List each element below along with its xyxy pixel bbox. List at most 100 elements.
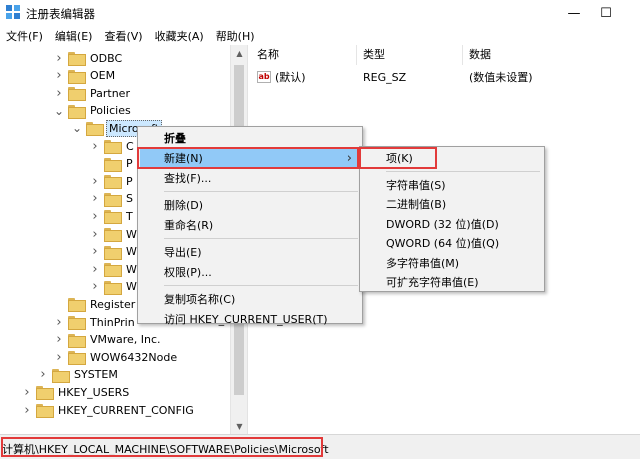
menu-bar: 文件(F) 编辑(E) 查看(V) 收藏夹(A) 帮助(H)	[0, 26, 640, 45]
folder-icon	[104, 140, 122, 154]
regedit-app-icon	[6, 5, 20, 19]
tree-item[interactable]: › W	[90, 260, 139, 278]
expand-chevron-icon[interactable]: ›	[54, 84, 64, 102]
menu-item-1[interactable]: 编辑(E)	[49, 26, 99, 45]
sub-item[interactable]: 多字符串值(M)	[362, 253, 542, 274]
tree-item-label: P	[126, 174, 133, 188]
expand-chevron-icon[interactable]: ›	[38, 366, 48, 384]
tree-item[interactable]: › S	[90, 190, 135, 208]
status-path-highlight	[1, 437, 323, 457]
tree-item[interactable]: › OEM	[54, 67, 117, 85]
tree-item[interactable]: P	[90, 155, 135, 173]
expand-chevron-icon[interactable]: ›	[54, 313, 64, 331]
ctx-item[interactable]: 删除(D)	[140, 195, 360, 216]
column-header-type[interactable]: 类型	[357, 45, 463, 65]
tree-item-label: P	[126, 157, 133, 171]
expand-chevron-icon[interactable]: ›	[54, 49, 64, 67]
expand-chevron-icon[interactable]: ›	[90, 190, 100, 208]
tree-item[interactable]: › ThinPrin	[54, 313, 137, 331]
expand-chevron-icon[interactable]: ›	[54, 331, 64, 349]
tree-item[interactable]: › SYSTEM	[38, 366, 120, 384]
string-value-icon: ab	[257, 71, 271, 83]
tree-item[interactable]: › W	[90, 278, 139, 296]
folder-icon	[104, 192, 122, 207]
ctx-item[interactable]: 复制项名称(C)	[140, 289, 360, 310]
tree-item[interactable]: › VMware, Inc.	[54, 331, 163, 349]
tree-item[interactable]: › W	[90, 225, 139, 243]
expand-chevron-icon[interactable]: ›	[90, 225, 100, 243]
tree-item-label: OEM	[90, 69, 116, 83]
ctx-item-label: 权限(P)...	[164, 266, 212, 279]
expand-chevron-icon[interactable]: ›	[90, 243, 100, 261]
menu-item-2[interactable]: 查看(V)	[98, 26, 148, 45]
ctx-item-label: 删除(D)	[164, 199, 204, 212]
folder-icon	[68, 69, 86, 84]
scroll-down-arrow-icon[interactable]: ▼	[231, 418, 248, 434]
sub-item[interactable]: 可扩充字符串值(E)	[362, 272, 542, 293]
folder-icon	[68, 104, 86, 119]
ctx-item[interactable]: 折叠	[140, 128, 360, 149]
expand-chevron-icon[interactable]: ›	[54, 67, 64, 85]
column-header-name[interactable]: 名称	[251, 45, 357, 65]
tree-item-label: HKEY_USERS	[58, 385, 130, 399]
tree-item[interactable]: › HKEY_USERS	[22, 383, 131, 401]
expand-chevron-icon[interactable]: ›	[54, 348, 64, 366]
expand-chevron-icon[interactable]: ›	[90, 278, 100, 296]
expand-chevron-icon[interactable]: ›	[22, 383, 32, 401]
sub-item[interactable]: 字符串值(S)	[362, 175, 542, 196]
tree-item[interactable]: Register	[54, 295, 137, 313]
no-expander	[54, 295, 64, 313]
ctx-item-label: 折叠	[164, 132, 186, 145]
ctx-item-label: 访问 HKEY_CURRENT_USER(T)	[164, 313, 328, 326]
menu-item-3[interactable]: 收藏夹(A)	[149, 26, 210, 45]
ctx-item[interactable]: 重命名(R)	[140, 215, 360, 236]
sub-item-label: 可扩充字符串值(E)	[386, 276, 479, 289]
tree-item[interactable]: › Partner	[54, 84, 132, 102]
expand-chevron-icon[interactable]: ›	[90, 137, 100, 155]
menu-item-4[interactable]: 帮助(H)	[210, 26, 261, 45]
folder-icon	[104, 157, 122, 172]
folder-icon	[68, 351, 86, 366]
expand-chevron-icon[interactable]: ›	[90, 260, 100, 278]
minimize-icon: —	[567, 5, 581, 21]
sub-item[interactable]: 二进制值(B)	[362, 194, 542, 215]
value-name[interactable]: (默认)	[275, 69, 306, 87]
tree-item-label: ODBC	[90, 51, 123, 65]
tree-item[interactable]: › T	[90, 207, 135, 225]
expand-chevron-icon[interactable]: ›	[90, 172, 100, 190]
sub-item-label: QWORD (64 位)值(Q)	[386, 237, 500, 250]
collapse-chevron-icon[interactable]: ⌄	[72, 119, 82, 137]
expand-chevron-icon[interactable]: ›	[90, 207, 100, 225]
sub-item-label: 多字符串值(M)	[386, 256, 460, 270]
ctx-item[interactable]: 导出(E)	[140, 242, 360, 263]
tree-item[interactable]: › ODBC	[54, 49, 124, 67]
ctx-item[interactable]: 查找(F)...	[140, 168, 360, 189]
scroll-up-arrow-icon[interactable]: ▲	[231, 45, 248, 61]
folder-icon	[68, 87, 86, 102]
tree-item[interactable]: › HKEY_CURRENT_CONFIG	[22, 401, 196, 419]
sub-item-label: 二进制值(B)	[386, 198, 447, 211]
column-header-data[interactable]: 数据	[463, 45, 640, 65]
collapse-chevron-icon[interactable]: ⌄	[54, 102, 64, 120]
tree-item[interactable]: ⌄ Policies	[54, 102, 133, 120]
tree-item[interactable]: › C	[90, 137, 136, 155]
tree-item[interactable]: › WOW6432Node	[54, 348, 179, 366]
tree-item[interactable]: › P	[90, 172, 135, 190]
menu-item-0[interactable]: 文件(F)	[0, 26, 49, 45]
sub-item[interactable]: QWORD (64 位)值(Q)	[362, 233, 542, 254]
maximize-icon: ☐	[600, 5, 612, 21]
ctx-item[interactable]: 权限(P)...	[140, 262, 360, 283]
tree-item-label: HKEY_CURRENT_CONFIG	[58, 403, 194, 417]
tree-item[interactable]: › W	[90, 243, 139, 261]
maximize-button[interactable]: ☐	[584, 0, 628, 26]
sub-item-label: DWORD (32 位)值(D)	[386, 217, 499, 231]
ctx-item-label: 重命名(R)	[164, 219, 214, 232]
window-title: 注册表编辑器	[26, 7, 95, 21]
ctx-item-label: 查找(F)...	[164, 172, 212, 185]
folder-icon	[104, 175, 122, 190]
title-bar: 注册表编辑器 — ☐	[0, 0, 640, 26]
sub-item[interactable]: DWORD (32 位)值(D)	[362, 214, 542, 235]
expand-chevron-icon[interactable]: ›	[22, 401, 32, 419]
tree-item-label: Policies	[90, 104, 131, 118]
ctx-item[interactable]: 访问 HKEY_CURRENT_USER(T)	[140, 309, 360, 330]
